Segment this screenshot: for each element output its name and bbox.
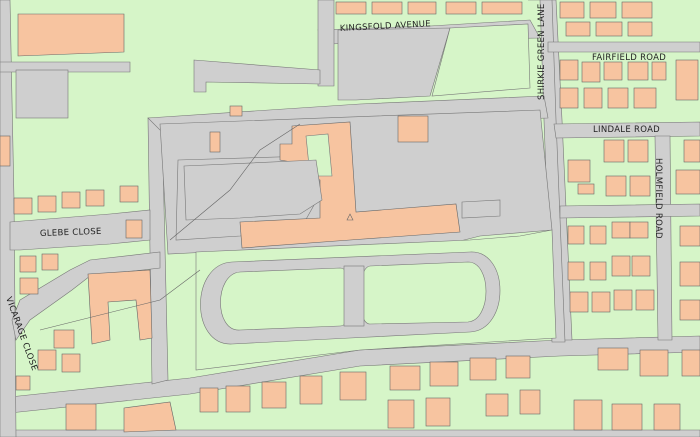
- house: [611, 255, 631, 277]
- house: [61, 191, 81, 209]
- track-inner-right: [359, 261, 487, 325]
- house: [53, 329, 75, 349]
- house: [583, 87, 603, 109]
- house: [15, 375, 31, 391]
- house: [559, 87, 579, 109]
- house: [519, 389, 541, 415]
- nw-large-building: [17, 13, 125, 57]
- house: [631, 255, 651, 277]
- road-north-central: [317, 0, 335, 87]
- house: [627, 139, 649, 163]
- house: [597, 347, 629, 371]
- house: [85, 189, 105, 207]
- house: [261, 381, 287, 409]
- map-canvas[interactable]: KINGSFOLD AVENUE FAIRFIELD ROAD LINDALE …: [0, 0, 700, 437]
- school-small-block: [209, 131, 221, 153]
- house: [61, 353, 81, 373]
- road-east-link: [559, 203, 700, 219]
- track-inner-left: [220, 267, 353, 331]
- house: [371, 1, 403, 15]
- house: [19, 277, 39, 295]
- house: [429, 361, 459, 387]
- house: [65, 403, 97, 431]
- house: [119, 185, 139, 203]
- house: [607, 87, 629, 109]
- school-shed: [229, 105, 243, 117]
- house: [679, 225, 700, 247]
- house: [629, 175, 651, 197]
- house: [565, 21, 591, 37]
- house: [407, 1, 437, 15]
- house: [679, 261, 700, 287]
- house: [567, 225, 585, 245]
- house: [387, 399, 415, 429]
- house: [679, 299, 700, 321]
- house: [683, 139, 700, 163]
- label-shirkie-green-lane: SHIRKIE GREEN LANE: [537, 3, 547, 100]
- school-bike-shelter: [461, 199, 501, 219]
- house: [37, 195, 57, 213]
- house: [13, 197, 33, 215]
- north-houses: [335, 1, 523, 15]
- house: [633, 87, 657, 109]
- house: [605, 175, 627, 197]
- house: [485, 393, 509, 417]
- house: [589, 261, 607, 281]
- house: [603, 139, 625, 163]
- house: [581, 61, 601, 83]
- house: [389, 365, 421, 391]
- house: [653, 403, 681, 431]
- running-track: [200, 251, 501, 345]
- road-fairfield: [547, 41, 700, 53]
- track-divider: [343, 265, 365, 327]
- house: [675, 169, 700, 195]
- house: [621, 1, 653, 19]
- house: [675, 59, 699, 101]
- house: [335, 1, 367, 15]
- house: [125, 219, 143, 239]
- house: [611, 221, 631, 239]
- house: [37, 349, 57, 371]
- house: [589, 225, 607, 245]
- house: [569, 291, 589, 313]
- nw-edge-building: [0, 135, 11, 167]
- house: [559, 1, 585, 19]
- house: [469, 357, 497, 381]
- house: [629, 221, 649, 239]
- house: [577, 183, 595, 195]
- house: [567, 261, 585, 281]
- house: [19, 255, 37, 273]
- house: [481, 1, 523, 15]
- house: [595, 21, 623, 37]
- house: [627, 61, 649, 81]
- house: [567, 159, 591, 183]
- house: [573, 399, 603, 431]
- house: [639, 349, 669, 377]
- house: [445, 1, 477, 15]
- nw-grey-building: [15, 69, 69, 119]
- house: [591, 291, 611, 313]
- house: [603, 61, 623, 81]
- house: [505, 355, 531, 379]
- house: [589, 1, 617, 19]
- house: [425, 397, 451, 427]
- road-bottom-edge: [0, 429, 700, 437]
- school-annex: [397, 115, 429, 143]
- label-fairfield-road: FAIRFIELD ROAD: [592, 53, 666, 63]
- label-lindale-road: LINDALE ROAD: [593, 125, 660, 135]
- house: [339, 371, 367, 401]
- house: [651, 61, 667, 81]
- house: [613, 289, 633, 311]
- house: [635, 289, 655, 311]
- house: [225, 385, 251, 413]
- house: [41, 253, 59, 271]
- house: [559, 59, 579, 81]
- house: [199, 387, 219, 413]
- house: [299, 375, 323, 405]
- house: [611, 403, 643, 431]
- house: [627, 21, 653, 37]
- house: [681, 349, 700, 377]
- label-holmfield-road: HOLMFIELD ROAD: [653, 158, 663, 239]
